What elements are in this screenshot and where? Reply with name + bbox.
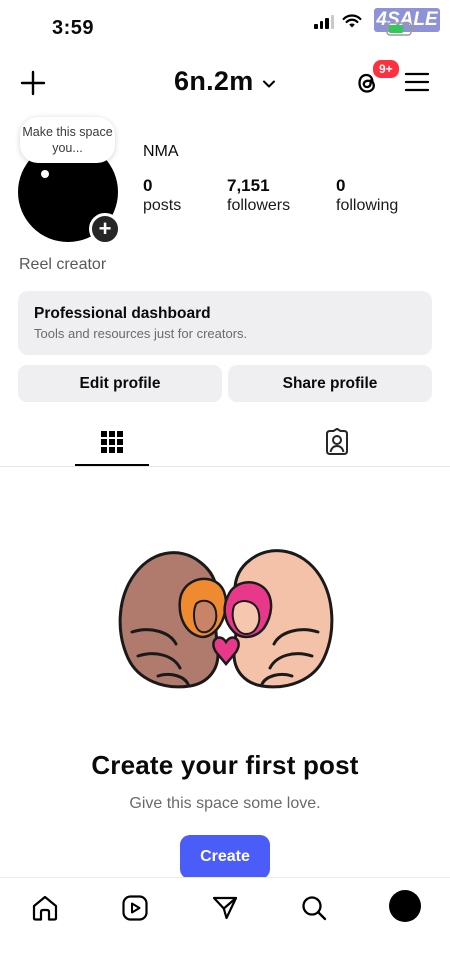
wifi-icon xyxy=(342,14,362,28)
status-time: 3:59 xyxy=(52,17,95,39)
send-paper-plane-icon xyxy=(212,896,238,920)
display-name: NMA xyxy=(143,143,179,160)
note-bubble[interactable]: Make this space you... xyxy=(20,117,115,163)
create-post-button[interactable]: Create xyxy=(180,835,270,879)
nav-messages[interactable] xyxy=(209,892,241,924)
tab-divider xyxy=(0,466,450,467)
professional-dashboard-card[interactable]: Professional dashboard Tools and resourc… xyxy=(18,291,432,355)
chevron-down-icon xyxy=(263,80,275,88)
status-icons xyxy=(314,14,362,29)
followers-count: 7,151 xyxy=(227,176,270,195)
search-icon xyxy=(302,896,327,921)
edit-profile-button[interactable]: Edit profile xyxy=(18,365,222,402)
tab-posts-grid[interactable] xyxy=(97,425,127,459)
bio-category: Reel creator xyxy=(19,256,107,273)
posts-label: posts xyxy=(143,197,182,214)
bottom-navigation xyxy=(0,877,450,973)
cellular-signal-icon xyxy=(314,14,334,29)
note-bubble-tail xyxy=(41,170,49,178)
share-profile-button[interactable]: Share profile xyxy=(228,365,432,402)
nav-search[interactable] xyxy=(298,892,330,924)
following-label: following xyxy=(336,197,399,214)
add-story-plus-icon[interactable]: + xyxy=(89,213,121,245)
empty-state-title: Create your first post xyxy=(91,750,359,780)
grid-icon xyxy=(101,431,123,453)
nav-profile-avatar[interactable] xyxy=(389,890,421,922)
threads-notification-badge: 9+ xyxy=(371,58,401,80)
username[interactable]: 6n.2m xyxy=(174,66,254,96)
reels-icon xyxy=(122,895,148,921)
empty-state-subtitle: Give this space some love. xyxy=(129,795,321,812)
following-count: 0 xyxy=(336,176,346,195)
home-icon xyxy=(32,895,58,921)
nav-home[interactable] xyxy=(29,892,61,924)
stat-posts[interactable]: 0 posts xyxy=(143,176,181,216)
stat-followers[interactable]: 7,151 followers xyxy=(227,176,290,216)
status-bar: 3:59 4SALE xyxy=(0,0,450,56)
posts-count: 0 xyxy=(143,176,153,195)
battery-icon xyxy=(386,22,415,36)
heart-hands-illustration xyxy=(118,549,334,689)
tagged-person-icon xyxy=(326,428,348,455)
nav-reels[interactable] xyxy=(119,892,151,924)
stat-following[interactable]: 0 following xyxy=(336,176,398,216)
dashboard-title: Professional dashboard xyxy=(34,305,211,322)
tab-tagged[interactable] xyxy=(322,425,352,459)
followers-label: followers xyxy=(227,197,291,214)
dashboard-subtitle: Tools and resources just for creators. xyxy=(34,326,248,341)
menu-hamburger-icon[interactable] xyxy=(404,70,430,94)
